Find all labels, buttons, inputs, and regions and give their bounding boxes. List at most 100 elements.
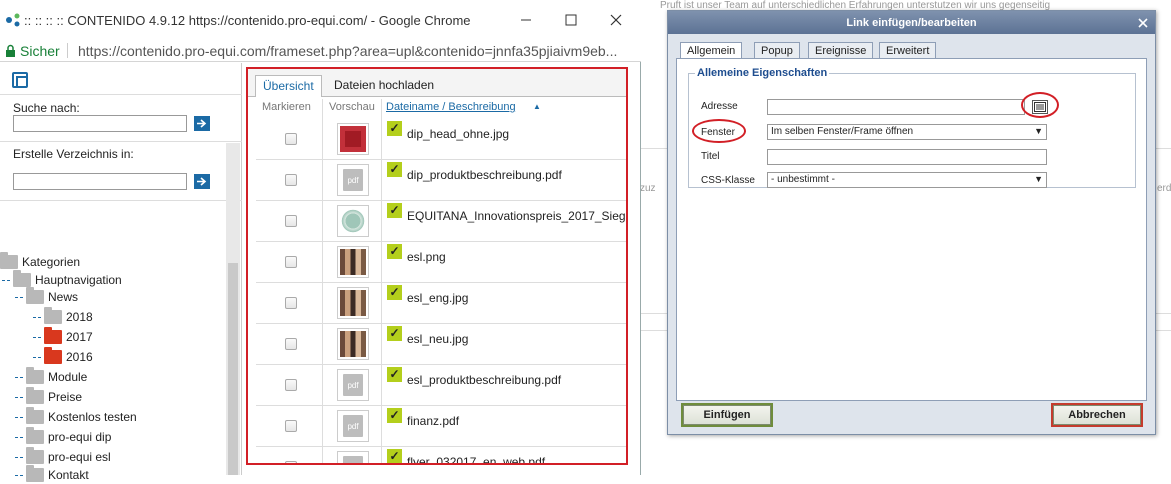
file-thumbnail[interactable]: pdf bbox=[337, 451, 369, 463]
mark-checkbox[interactable] bbox=[285, 461, 297, 463]
tree-item-news[interactable]: News bbox=[15, 287, 78, 306]
file-row[interactable]: pdf ✓ esl_produktbeschreibung.pdf bbox=[256, 365, 626, 406]
file-name[interactable]: esl_eng.jpg bbox=[407, 291, 468, 305]
tree-item-label: Kostenlos testen bbox=[48, 410, 137, 424]
file-row[interactable]: pdf ✓ dip_produktbeschreibung.pdf bbox=[256, 160, 626, 201]
dialog-tab-popup[interactable]: Popup bbox=[754, 42, 800, 59]
file-thumbnail[interactable] bbox=[337, 246, 369, 278]
chevron-down-icon: ▼ bbox=[1034, 126, 1043, 136]
file-row[interactable]: ✓ esl_neu.jpg bbox=[256, 324, 626, 365]
create-dir-input[interactable] bbox=[13, 173, 187, 190]
maximize-button[interactable] bbox=[549, 6, 593, 34]
tree-item-module[interactable]: Module bbox=[15, 367, 88, 386]
search-input[interactable] bbox=[13, 115, 187, 132]
mark-checkbox[interactable] bbox=[285, 379, 297, 391]
frame-toggle-icon[interactable] bbox=[12, 72, 28, 88]
mark-checkbox[interactable] bbox=[285, 420, 297, 432]
search-go-button[interactable] bbox=[194, 116, 210, 131]
url-text[interactable]: https://contenido.pro-equi.com/frameset.… bbox=[78, 43, 638, 59]
file-thumbnail[interactable] bbox=[337, 205, 369, 237]
file-name[interactable]: dip_produktbeschreibung.pdf bbox=[407, 168, 562, 182]
file-row[interactable]: ✓ dip_head_ohne.jpg bbox=[256, 119, 626, 160]
css-class-select[interactable]: - unbestimmt - ▼ bbox=[767, 172, 1047, 188]
folder-icon bbox=[26, 387, 44, 404]
dialog-tab-ereignisse[interactable]: Ereignisse bbox=[808, 42, 874, 59]
folder-icon bbox=[26, 447, 44, 464]
highlight-ring bbox=[692, 119, 746, 143]
tree-item-label: Kontakt bbox=[48, 468, 89, 482]
window-select[interactable]: Im selben Fenster/Frame öffnen ▼ bbox=[767, 124, 1047, 140]
tree-item-kategorien[interactable]: Kategorien bbox=[0, 252, 80, 271]
folder-icon bbox=[26, 407, 44, 424]
tree-item-label: Preise bbox=[48, 390, 83, 404]
tree-item-preise[interactable]: Preise bbox=[15, 387, 83, 406]
tree-item-2018[interactable]: 2018 bbox=[33, 307, 93, 326]
tree-item-label: Module bbox=[48, 370, 88, 384]
create-dir-go-button[interactable] bbox=[194, 174, 210, 189]
minimize-button[interactable] bbox=[504, 6, 548, 34]
tree-item-pro-equi-dip[interactable]: pro-equi dip bbox=[15, 427, 111, 446]
tab-dateien-hochladen[interactable]: Dateien hochladen bbox=[327, 75, 441, 97]
file-row[interactable]: ✓ EQUITANA_Innovationspreis_2017_Sieg bbox=[256, 201, 626, 242]
mark-checkbox[interactable] bbox=[285, 215, 297, 227]
file-tree-panel: Suche nach: Erstelle Verzeichnis in: Kat… bbox=[0, 63, 242, 482]
group-legend: Allemeine Eigenschaften bbox=[695, 67, 830, 79]
file-name[interactable]: flyer_032017_en_web.pdf bbox=[407, 455, 545, 463]
file-thumbnail[interactable] bbox=[337, 328, 369, 360]
window-titlebar[interactable]: :: :: :: :: CONTENIDO 4.9.12 https://con… bbox=[0, 0, 641, 40]
file-row[interactable]: ✓ esl.png bbox=[256, 242, 626, 283]
file-tabs: Übersicht Dateien hochladen bbox=[248, 69, 626, 97]
tree-connector bbox=[2, 279, 10, 281]
mark-checkbox[interactable] bbox=[285, 338, 297, 350]
file-name[interactable]: EQUITANA_Innovationspreis_2017_Sieg bbox=[407, 209, 626, 223]
pdf-icon: pdf bbox=[343, 374, 363, 396]
insert-button[interactable]: Einfügen bbox=[683, 405, 771, 425]
file-thumbnail[interactable]: pdf bbox=[337, 369, 369, 401]
file-name[interactable]: esl_produktbeschreibung.pdf bbox=[407, 373, 561, 387]
address-bar[interactable]: Sicher https://contenido.pro-equi.com/fr… bbox=[0, 40, 641, 62]
file-name[interactable]: dip_head_ohne.jpg bbox=[407, 127, 509, 141]
file-row[interactable]: ✓ esl_eng.jpg bbox=[256, 283, 626, 324]
file-thumbnail[interactable]: pdf bbox=[337, 410, 369, 442]
dialog-tab-erweitert[interactable]: Erweitert bbox=[879, 42, 937, 59]
address-input[interactable] bbox=[767, 99, 1025, 115]
mark-checkbox[interactable] bbox=[285, 256, 297, 268]
tree-item-label: 2016 bbox=[66, 350, 93, 364]
mark-checkbox[interactable] bbox=[285, 174, 297, 186]
header-preview[interactable]: Vorschau bbox=[329, 101, 375, 113]
tree-item-hauptnavigation[interactable]: Hauptnavigation bbox=[2, 270, 122, 289]
tree-item-kostenlos-testen[interactable]: Kostenlos testen bbox=[15, 407, 137, 426]
tree-item-kontakt[interactable]: Kontakt bbox=[15, 465, 89, 484]
image-thumbnail-icon bbox=[340, 126, 366, 152]
mark-checkbox[interactable] bbox=[285, 297, 297, 309]
tree-item-2017[interactable]: 2017 bbox=[33, 327, 93, 346]
file-thumbnail[interactable] bbox=[337, 123, 369, 155]
mark-checkbox[interactable] bbox=[285, 133, 297, 145]
file-name[interactable]: esl_neu.jpg bbox=[407, 332, 468, 346]
close-window-button[interactable] bbox=[594, 6, 638, 34]
header-filename[interactable]: Dateiname / Beschreibung bbox=[386, 101, 516, 113]
background-text-right: erd bbox=[1157, 183, 1171, 194]
file-thumbnail[interactable]: pdf bbox=[337, 164, 369, 196]
tree-connector bbox=[33, 316, 41, 318]
file-row[interactable]: pdf ✓ finanz.pdf bbox=[256, 406, 626, 447]
title-input[interactable] bbox=[767, 149, 1047, 165]
dialog-body: Allemeine Eigenschaften Adresse Fenster … bbox=[676, 58, 1147, 401]
tab-uebersicht[interactable]: Übersicht bbox=[255, 75, 322, 97]
file-name[interactable]: finanz.pdf bbox=[407, 414, 459, 428]
tree-item-2016[interactable]: 2016 bbox=[33, 347, 93, 366]
arrow-right-icon bbox=[197, 119, 207, 128]
file-thumbnail[interactable] bbox=[337, 287, 369, 319]
status-check-icon: ✓ bbox=[387, 367, 402, 382]
tree-item-pro-equi-esl[interactable]: pro-equi esl bbox=[15, 447, 111, 466]
cancel-button[interactable]: Abbrechen bbox=[1053, 405, 1141, 425]
seal-thumbnail-icon bbox=[340, 208, 366, 234]
dialog-title[interactable]: Link einfügen/bearbeiten bbox=[668, 11, 1155, 34]
header-mark[interactable]: Markieren bbox=[262, 101, 311, 113]
dialog-close-button[interactable] bbox=[1134, 14, 1152, 31]
file-name[interactable]: esl.png bbox=[407, 250, 446, 264]
tree-connector bbox=[15, 436, 23, 438]
tree-scrollbar-thumb[interactable] bbox=[228, 263, 238, 475]
file-row[interactable]: pdf ✓ flyer_032017_en_web.pdf bbox=[256, 447, 626, 463]
highlight-ring bbox=[1021, 92, 1059, 118]
